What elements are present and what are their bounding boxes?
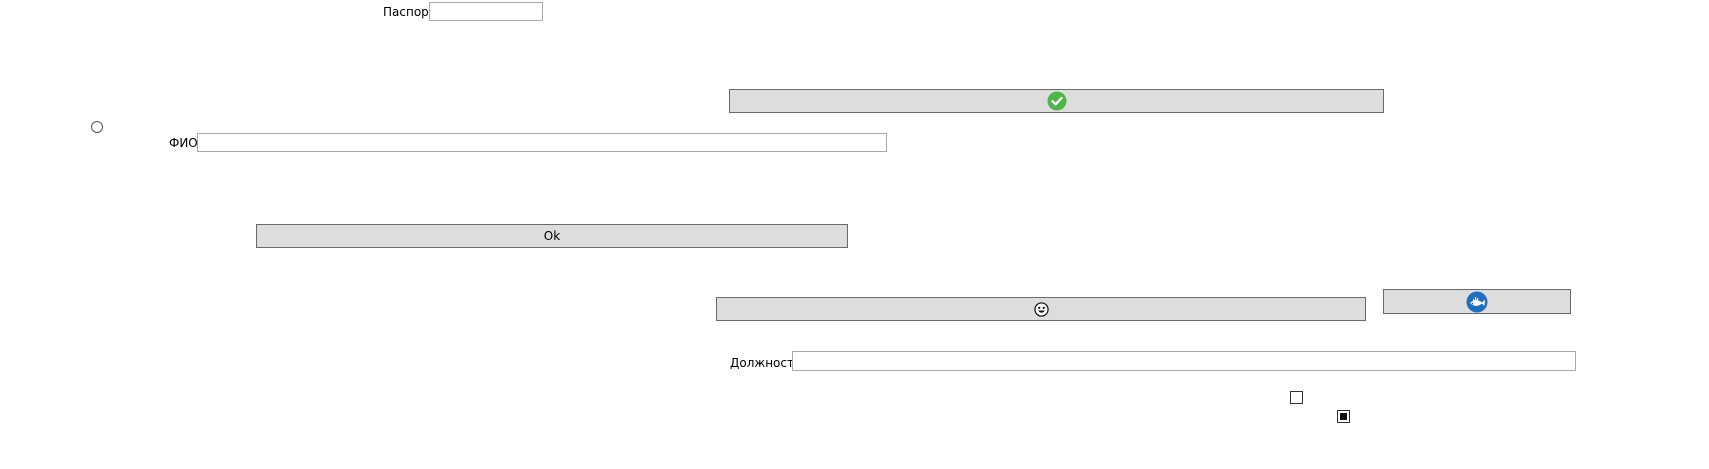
ok-button[interactable]: Ok [256,224,848,248]
emoji-button[interactable] [716,297,1366,321]
fio-label: ФИО [169,136,198,150]
smiley-face-icon [1033,301,1049,317]
fio-input[interactable] [197,133,887,152]
fish-button[interactable] [1383,289,1571,314]
checkbox-indeterminate[interactable] [1337,410,1350,423]
passport-input[interactable] [429,2,543,21]
confirm-button[interactable] [729,89,1384,113]
green-check-circle-icon [1047,91,1066,111]
blue-fish-circle-icon [1466,291,1488,312]
position-input[interactable] [792,351,1576,371]
option-radio[interactable] [91,121,103,133]
passport-label: Паспорт [383,5,436,19]
checkbox-unchecked[interactable] [1290,391,1303,404]
ok-button-label: Ok [543,229,561,243]
position-label: Должность [730,356,802,370]
